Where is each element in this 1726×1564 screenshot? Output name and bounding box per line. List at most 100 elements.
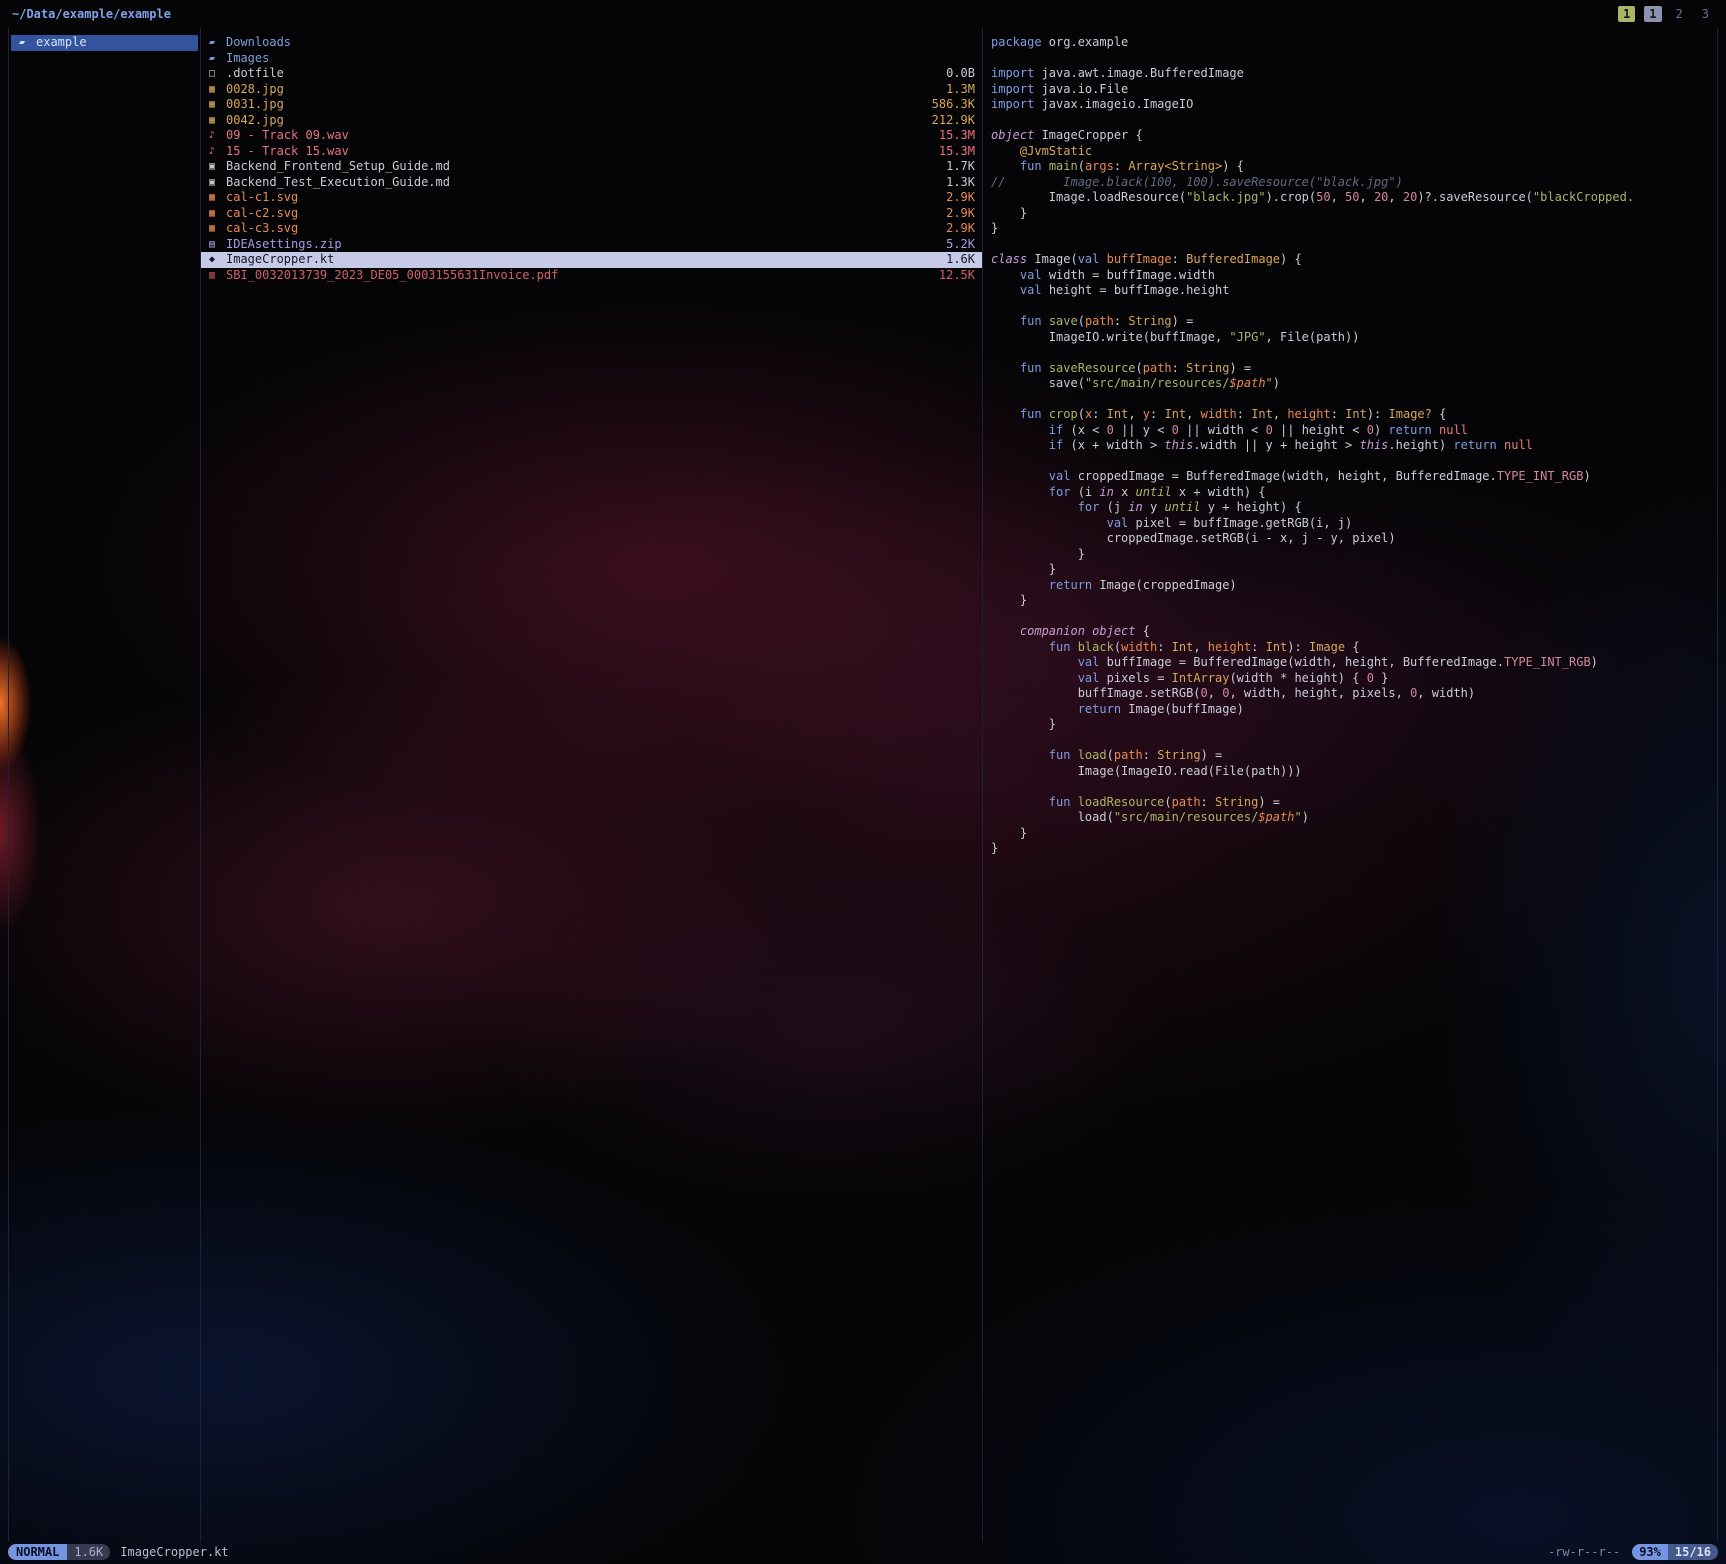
code-line: return Image(croppedImage) xyxy=(991,578,1717,594)
file-row[interactable]: ▦cal-c3.svg 2.9K xyxy=(201,221,982,237)
code-line: val height = buffImage.height xyxy=(991,283,1717,299)
code-line xyxy=(991,392,1717,408)
file-name: cal-c2.svg xyxy=(226,206,938,222)
code-line: if (x + width > this.width || y + height… xyxy=(991,438,1717,454)
code-line: val pixel = buffImage.getRGB(i, j) xyxy=(991,516,1717,532)
folder-icon: ▰ xyxy=(209,51,226,67)
tab-4[interactable]: 3 xyxy=(1697,6,1714,22)
file-row[interactable]: ▤IDEAsettings.zip 5.2K xyxy=(201,237,982,253)
file-size: 12.5K xyxy=(939,268,975,284)
code-line: fun load(path: String) = xyxy=(991,748,1717,764)
file-row[interactable]: ▰Downloads xyxy=(201,35,982,51)
code-line: val pixels = IntArray(width * height) { … xyxy=(991,671,1717,687)
status-bar: NORMAL 1.6K ImageCropper.kt -rw-r--r-- 9… xyxy=(8,1543,1718,1561)
file-name: cal-c1.svg xyxy=(226,190,938,206)
file-row[interactable]: ▦cal-c2.svg2.9K xyxy=(201,206,982,222)
file-row[interactable]: □.dotfile0.0B xyxy=(201,66,982,82)
file-row[interactable]: ▣Backend_Test_Execution_Guide.md1.3K xyxy=(201,175,982,191)
code-line: for (i in x until x + width) { xyxy=(991,485,1717,501)
code-line: save("src/main/resources/$path") xyxy=(991,376,1717,392)
code-line: fun save(path: String) = xyxy=(991,314,1717,330)
code-line: val croppedImage = BufferedImage(width, … xyxy=(991,469,1717,485)
code-line: import java.awt.image.BufferedImage xyxy=(991,66,1717,82)
code-line xyxy=(991,299,1717,315)
code-line xyxy=(991,779,1717,795)
code-line: } xyxy=(991,593,1717,609)
file-row[interactable]: ▥SBI_0032013739_2023_DE05_0003155631Invo… xyxy=(201,268,982,284)
parent-item-label: example xyxy=(36,35,191,51)
file-row[interactable]: ▦0042.jpg 212.9K xyxy=(201,113,982,129)
code-preview[interactable]: package org.example import java.awt.imag… xyxy=(983,28,1717,1542)
code-line: fun black(width: Int, height: Int): Imag… xyxy=(991,640,1717,656)
scroll-percent-badge: 93% xyxy=(1632,1544,1668,1560)
file-manager: ▰ example ▰Downloads▰Images□.dotfile0.0B… xyxy=(8,28,1718,1542)
code-line: croppedImage.setRGB(i - x, j - y, pixel) xyxy=(991,531,1717,547)
code-line xyxy=(991,454,1717,470)
file-row[interactable]: ▦cal-c1.svg2.9K xyxy=(201,190,982,206)
file-name: Backend_Test_Execution_Guide.md xyxy=(226,175,938,191)
image-icon: ▦ xyxy=(209,113,226,129)
code-line xyxy=(991,237,1717,253)
parent-item-example[interactable]: ▰ example xyxy=(11,35,198,51)
file-name: IDEAsettings.zip xyxy=(226,237,938,253)
file-size-badge: 1.6K xyxy=(67,1544,110,1560)
code-line: import javax.imageio.ImageIO xyxy=(991,97,1717,113)
file-row[interactable]: ▦0031.jpg586.3K xyxy=(201,97,982,113)
code-line: } xyxy=(991,221,1717,237)
file-size: 15.3M xyxy=(939,128,975,144)
file-name: Downloads xyxy=(226,35,967,51)
code-line: Image.loadResource("black.jpg").crop(50,… xyxy=(991,190,1717,206)
code-line xyxy=(991,733,1717,749)
code-line: for (j in y until y + height) { xyxy=(991,500,1717,516)
file-size: 1.3M xyxy=(946,82,975,98)
code-line: fun main(args: Array<String>) { xyxy=(991,159,1717,175)
image-icon: ▦ xyxy=(209,82,226,98)
top-bar: ~/Data/example/example 1123 xyxy=(0,0,1726,28)
file-row[interactable]: ▦0028.jpg1.3M xyxy=(201,82,982,98)
code-line: Image(ImageIO.read(File(path))) xyxy=(991,764,1717,780)
code-line xyxy=(991,345,1717,361)
image-icon: ▦ xyxy=(209,97,226,113)
folder-icon: ▰ xyxy=(209,35,226,51)
file-name: ImageCropper.kt xyxy=(226,252,938,268)
file-name: 09 - Track 09.wav xyxy=(226,128,931,144)
code-line: object ImageCropper { xyxy=(991,128,1717,144)
file-size: 1.7K xyxy=(946,159,975,175)
audio-icon: ♪ xyxy=(209,128,226,144)
file-row[interactable]: ♪15 - Track 15.wav15.3M xyxy=(201,144,982,160)
tab-3[interactable]: 2 xyxy=(1671,6,1688,22)
file-permissions: -rw-r--r-- xyxy=(1548,1545,1620,1559)
file-row[interactable]: ▣Backend_Frontend_Setup_Guide.md1.7K xyxy=(201,159,982,175)
file-row[interactable]: ◆ImageCropper.kt1.6K xyxy=(201,252,982,268)
file-name: 0042.jpg xyxy=(226,113,924,129)
code-line: } xyxy=(991,826,1717,842)
folder-icon: ▰ xyxy=(19,35,36,51)
file-size: 212.9K xyxy=(932,113,975,129)
archive-icon: ▤ xyxy=(209,237,226,253)
file-icon: □ xyxy=(209,66,226,82)
code-line: buffImage.setRGB(0, 0, width, height, pi… xyxy=(991,686,1717,702)
code-line: companion object { xyxy=(991,624,1717,640)
image-icon: ▦ xyxy=(209,221,226,237)
code-line: load("src/main/resources/$path") xyxy=(991,810,1717,826)
file-list[interactable]: ▰Downloads▰Images□.dotfile0.0B▦0028.jpg1… xyxy=(201,28,983,1542)
code-line: fun loadResource(path: String) = xyxy=(991,795,1717,811)
file-row[interactable]: ♪09 - Track 09.wav 15.3M xyxy=(201,128,982,144)
file-size: 5.2K xyxy=(946,237,975,253)
file-size: 2.9K xyxy=(946,221,975,237)
file-row[interactable]: ▰Images xyxy=(201,51,982,67)
tab-bar: 1123 xyxy=(1609,6,1714,22)
code-line xyxy=(991,113,1717,129)
file-name: Backend_Frontend_Setup_Guide.md xyxy=(226,159,938,175)
file-name: .dotfile xyxy=(226,66,938,82)
file-name: cal-c3.svg xyxy=(226,221,938,237)
file-name: SBI_0032013739_2023_DE05_0003155631Invoi… xyxy=(226,268,931,284)
code-line: import java.io.File xyxy=(991,82,1717,98)
tab-1[interactable]: 1 xyxy=(1618,6,1635,22)
code-line: fun saveResource(path: String) = xyxy=(991,361,1717,377)
file-name: 0031.jpg xyxy=(226,97,924,113)
breadcrumb-path: ~/Data/example/example xyxy=(12,7,171,21)
parent-pane[interactable]: ▰ example xyxy=(9,28,201,1542)
tab-2[interactable]: 1 xyxy=(1644,6,1661,22)
code-line: package org.example xyxy=(991,35,1717,51)
